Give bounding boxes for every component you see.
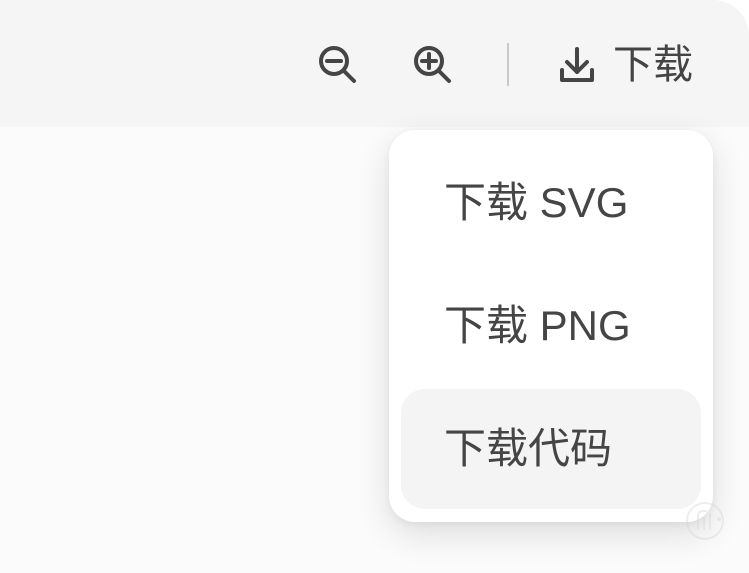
download-label: 下载 xyxy=(613,43,693,87)
zoom-in-button[interactable] xyxy=(406,38,460,92)
download-svg-menu-item[interactable]: 下载 SVG xyxy=(401,143,701,263)
zoom-out-button[interactable] xyxy=(311,38,365,92)
download-png-menu-item[interactable]: 下载 PNG xyxy=(401,266,701,386)
watermark-logo-icon xyxy=(686,502,724,540)
canvas-area: 下载 下载 SVG 下载 PNG 下载代码 xyxy=(0,0,749,573)
zoom-out-icon xyxy=(319,46,356,83)
download-button[interactable]: 下载 xyxy=(555,38,693,92)
zoom-in-icon xyxy=(414,46,451,83)
download-code-menu-item[interactable]: 下载代码 xyxy=(401,389,701,509)
download-icon xyxy=(560,47,594,82)
top-toolbar: 下载 xyxy=(0,0,749,127)
toolbar-divider xyxy=(507,43,509,86)
download-menu: 下载 SVG 下载 PNG 下载代码 xyxy=(389,130,713,522)
